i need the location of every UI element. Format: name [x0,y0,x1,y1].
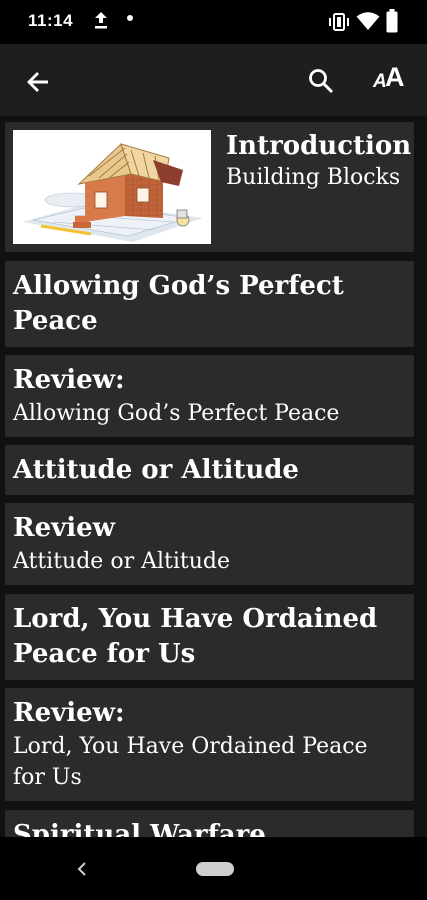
search-icon[interactable] [307,67,335,95]
chapter-subtitle: Building Blocks [226,165,401,190]
status-time: 11:14 [28,11,74,30]
vibrate-icon [329,13,349,31]
chapter-subtitle: Lord, You Have Ordained Peace for Us [13,734,368,790]
chapter-card[interactable]: Review: Allowing God’s Perfect Peace [5,355,414,437]
chapter-card[interactable]: Attitude or Altitude [5,445,414,495]
wifi-icon [356,12,380,30]
chapter-title: Review [13,513,116,543]
status-bar: 11:14 [0,0,427,44]
chapter-card[interactable]: Review: Lord, You Have Ordained Peace fo… [5,688,414,801]
chapter-list[interactable]: Introduction Building Blocks Allowing Go… [0,116,427,837]
chapter-card-introduction[interactable]: Introduction Building Blocks [5,122,414,252]
chapter-title: Attitude or Altitude [13,455,299,485]
chapter-card[interactable]: Allowing God’s Perfect Peace [5,261,414,347]
system-nav-bar [0,837,427,900]
app-bar: A A [0,44,427,116]
back-arrow-icon[interactable] [24,68,52,96]
chapter-thumbnail-image [13,130,211,244]
font-size-large-icon: A [385,62,405,92]
chapter-subtitle: Allowing God’s Perfect Peace [13,401,340,426]
chapter-text: Introduction Building Blocks [226,130,412,193]
upload-icon [95,12,107,29]
nav-back-icon[interactable] [75,861,89,877]
font-size-button[interactable]: A A [372,62,412,96]
chapter-title: Lord, You Have Ordained Peace for Us [13,604,378,669]
chapter-title: Review: [13,365,125,395]
battery-icon [386,9,398,33]
chapter-card[interactable]: Spiritual Warfare [5,810,414,837]
nav-home-pill[interactable] [196,862,234,876]
chapter-card[interactable]: Lord, You Have Ordained Peace for Us [5,594,414,680]
chapter-title: Allowing God’s Perfect Peace [13,271,344,336]
chapter-subtitle: Attitude or Altitude [13,549,230,574]
chapter-title: Introduction [226,131,412,161]
chapter-title: Spiritual Warfare [13,820,266,837]
chapter-title: Review: [13,698,125,728]
notification-dot-icon [127,15,133,21]
house-construction-illustration [13,130,211,244]
chapter-card[interactable]: Review Attitude or Altitude [5,503,414,585]
